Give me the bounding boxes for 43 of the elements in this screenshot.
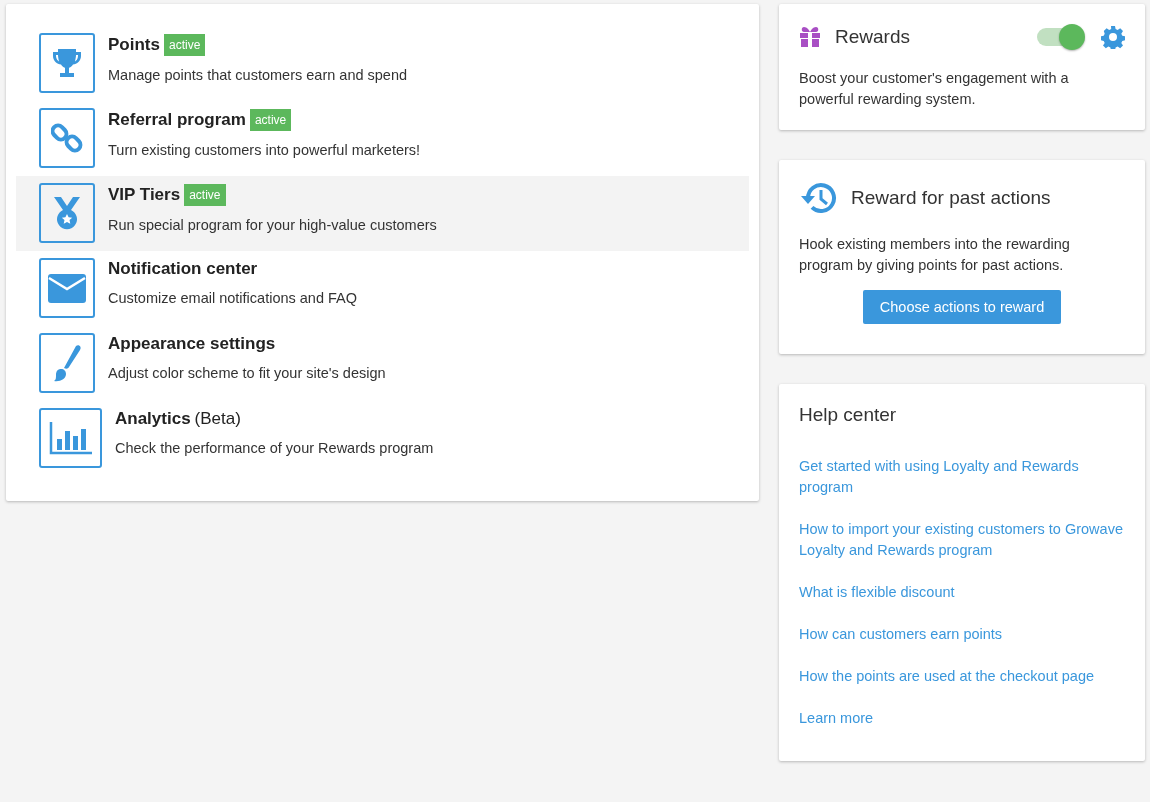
help-link[interactable]: How to import your existing customers to Growave Loyalty and Rewards program xyxy=(799,519,1125,561)
help-link[interactable]: How the points are used at the checkout page xyxy=(799,666,1125,687)
feature-row[interactable]: Appearance settings Adjust color scheme to fit your site's design xyxy=(16,326,749,401)
status-badge: active xyxy=(249,109,292,131)
card-description: Hook existing members into the rewarding program by giving points for past actions. xyxy=(799,235,1071,275)
status-badge: active xyxy=(184,184,226,206)
feature-description: Customize email notifications and FAQ xyxy=(108,290,358,306)
card-title: Help center xyxy=(799,404,897,425)
feature-description: Adjust color scheme to fit your site's design xyxy=(108,365,386,381)
trophy-icon xyxy=(52,47,82,79)
medal-icon xyxy=(52,195,82,231)
settings-icon[interactable] xyxy=(1101,25,1125,49)
chain-link-icon xyxy=(51,122,83,154)
history-icon xyxy=(799,180,837,216)
feature-title: Analytics xyxy=(115,409,191,429)
feature-row[interactable]: Referral program active Turn existing customers into powerful marketers! xyxy=(16,101,749,176)
bar-chart-icon xyxy=(48,421,93,455)
status-badge: active xyxy=(163,34,206,56)
feature-title: Appearance settings xyxy=(108,334,276,354)
feature-description: Manage points that customers earn and spend xyxy=(108,67,408,83)
help-link[interactable]: What is flexible discount xyxy=(799,582,1125,603)
rewards-toggle[interactable] xyxy=(1037,24,1087,50)
feature-title: Referral program xyxy=(108,110,246,130)
card-title: Rewards xyxy=(835,26,910,48)
feature-description: Turn existing customers into powerful marketers! xyxy=(108,142,421,158)
feature-row[interactable]: Points active Manage points that customers earn and spend xyxy=(16,26,749,101)
feature-description: Check the performance of your Rewards program xyxy=(115,440,434,456)
card-description: Boost your customer's engagement with a powerful rewarding system. xyxy=(799,69,1070,109)
feature-row[interactable]: Analytics (Beta) Check the performance of your Rewards program xyxy=(16,401,749,476)
card-title: Reward for past actions xyxy=(851,187,1051,209)
gift-icon xyxy=(799,27,821,47)
feature-title: Notification center xyxy=(108,259,258,279)
beta-label: (Beta) xyxy=(194,409,241,429)
feature-description: Run special program for your high-value customers xyxy=(108,217,437,233)
envelope-icon xyxy=(47,272,87,304)
feature-row[interactable]: Notification center Customize email notifications and FAQ xyxy=(16,251,749,326)
feature-title: VIP Tiers xyxy=(108,185,181,205)
feature-row[interactable]: VIP Tiers active Run special program for your high-value customers xyxy=(16,176,749,251)
help-link[interactable]: Get started with using Loyalty and Rewards program xyxy=(799,456,1125,498)
help-link[interactable]: How can customers earn points xyxy=(799,624,1125,645)
feature-title: Points xyxy=(108,35,160,55)
help-link[interactable]: Learn more xyxy=(799,708,1125,729)
choose-actions-button[interactable]: Choose actions to reward xyxy=(862,290,1062,324)
